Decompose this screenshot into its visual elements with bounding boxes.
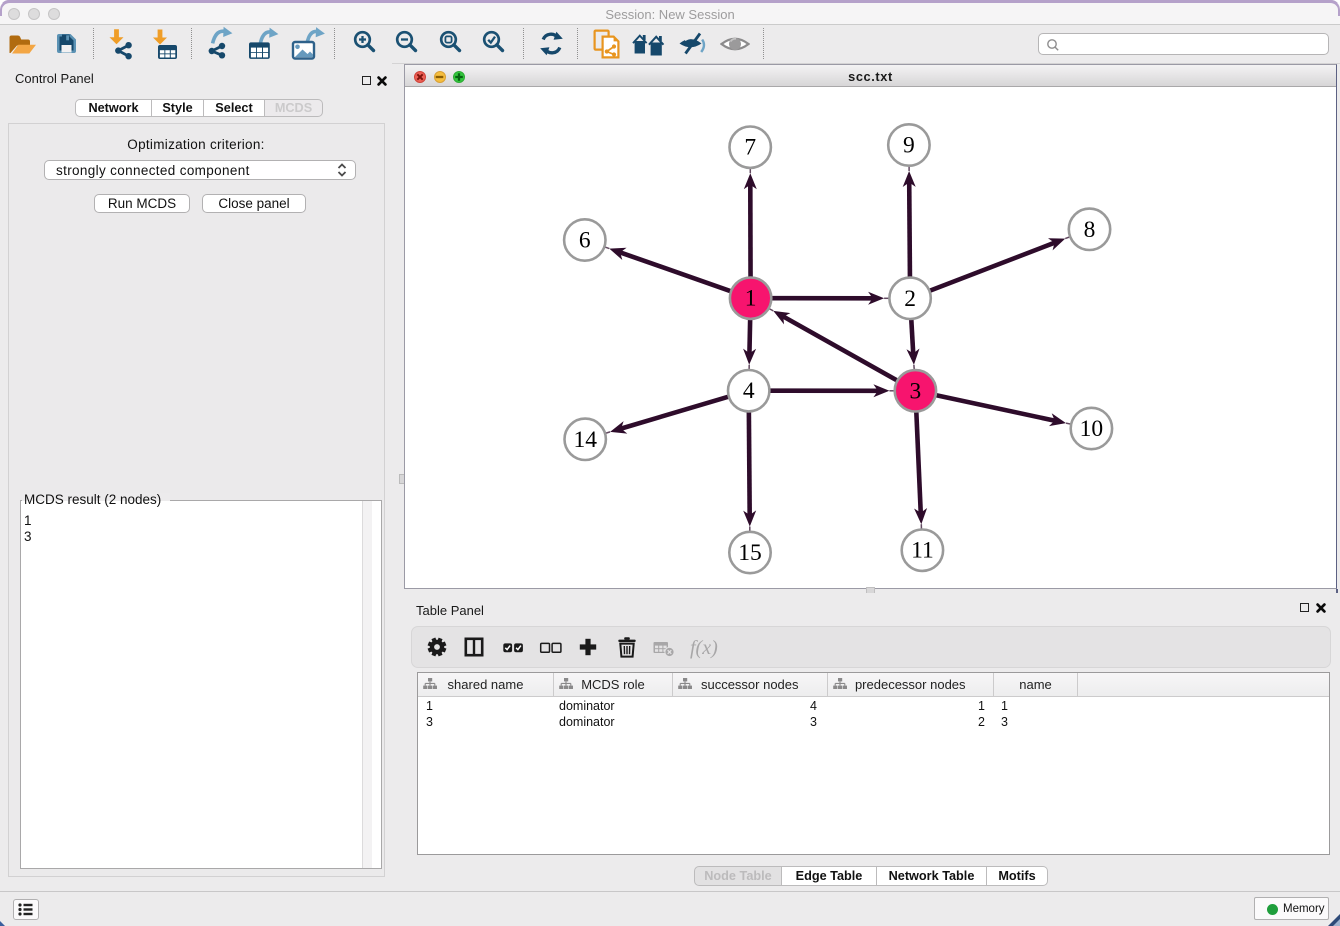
svg-text:14: 14 xyxy=(573,427,597,453)
svg-text:10: 10 xyxy=(1080,416,1104,442)
svg-text:f(x): f(x) xyxy=(690,637,718,659)
svg-text:6: 6 xyxy=(579,228,591,254)
svg-text:15: 15 xyxy=(738,540,762,566)
svg-text:1: 1 xyxy=(745,286,757,312)
svg-text:2: 2 xyxy=(904,286,916,312)
svg-text:11: 11 xyxy=(911,538,934,564)
svg-text:3: 3 xyxy=(910,378,922,404)
svg-text:8: 8 xyxy=(1084,217,1096,243)
svg-text:7: 7 xyxy=(744,135,756,161)
svg-text:9: 9 xyxy=(903,133,915,159)
svg-text:4: 4 xyxy=(743,378,755,404)
